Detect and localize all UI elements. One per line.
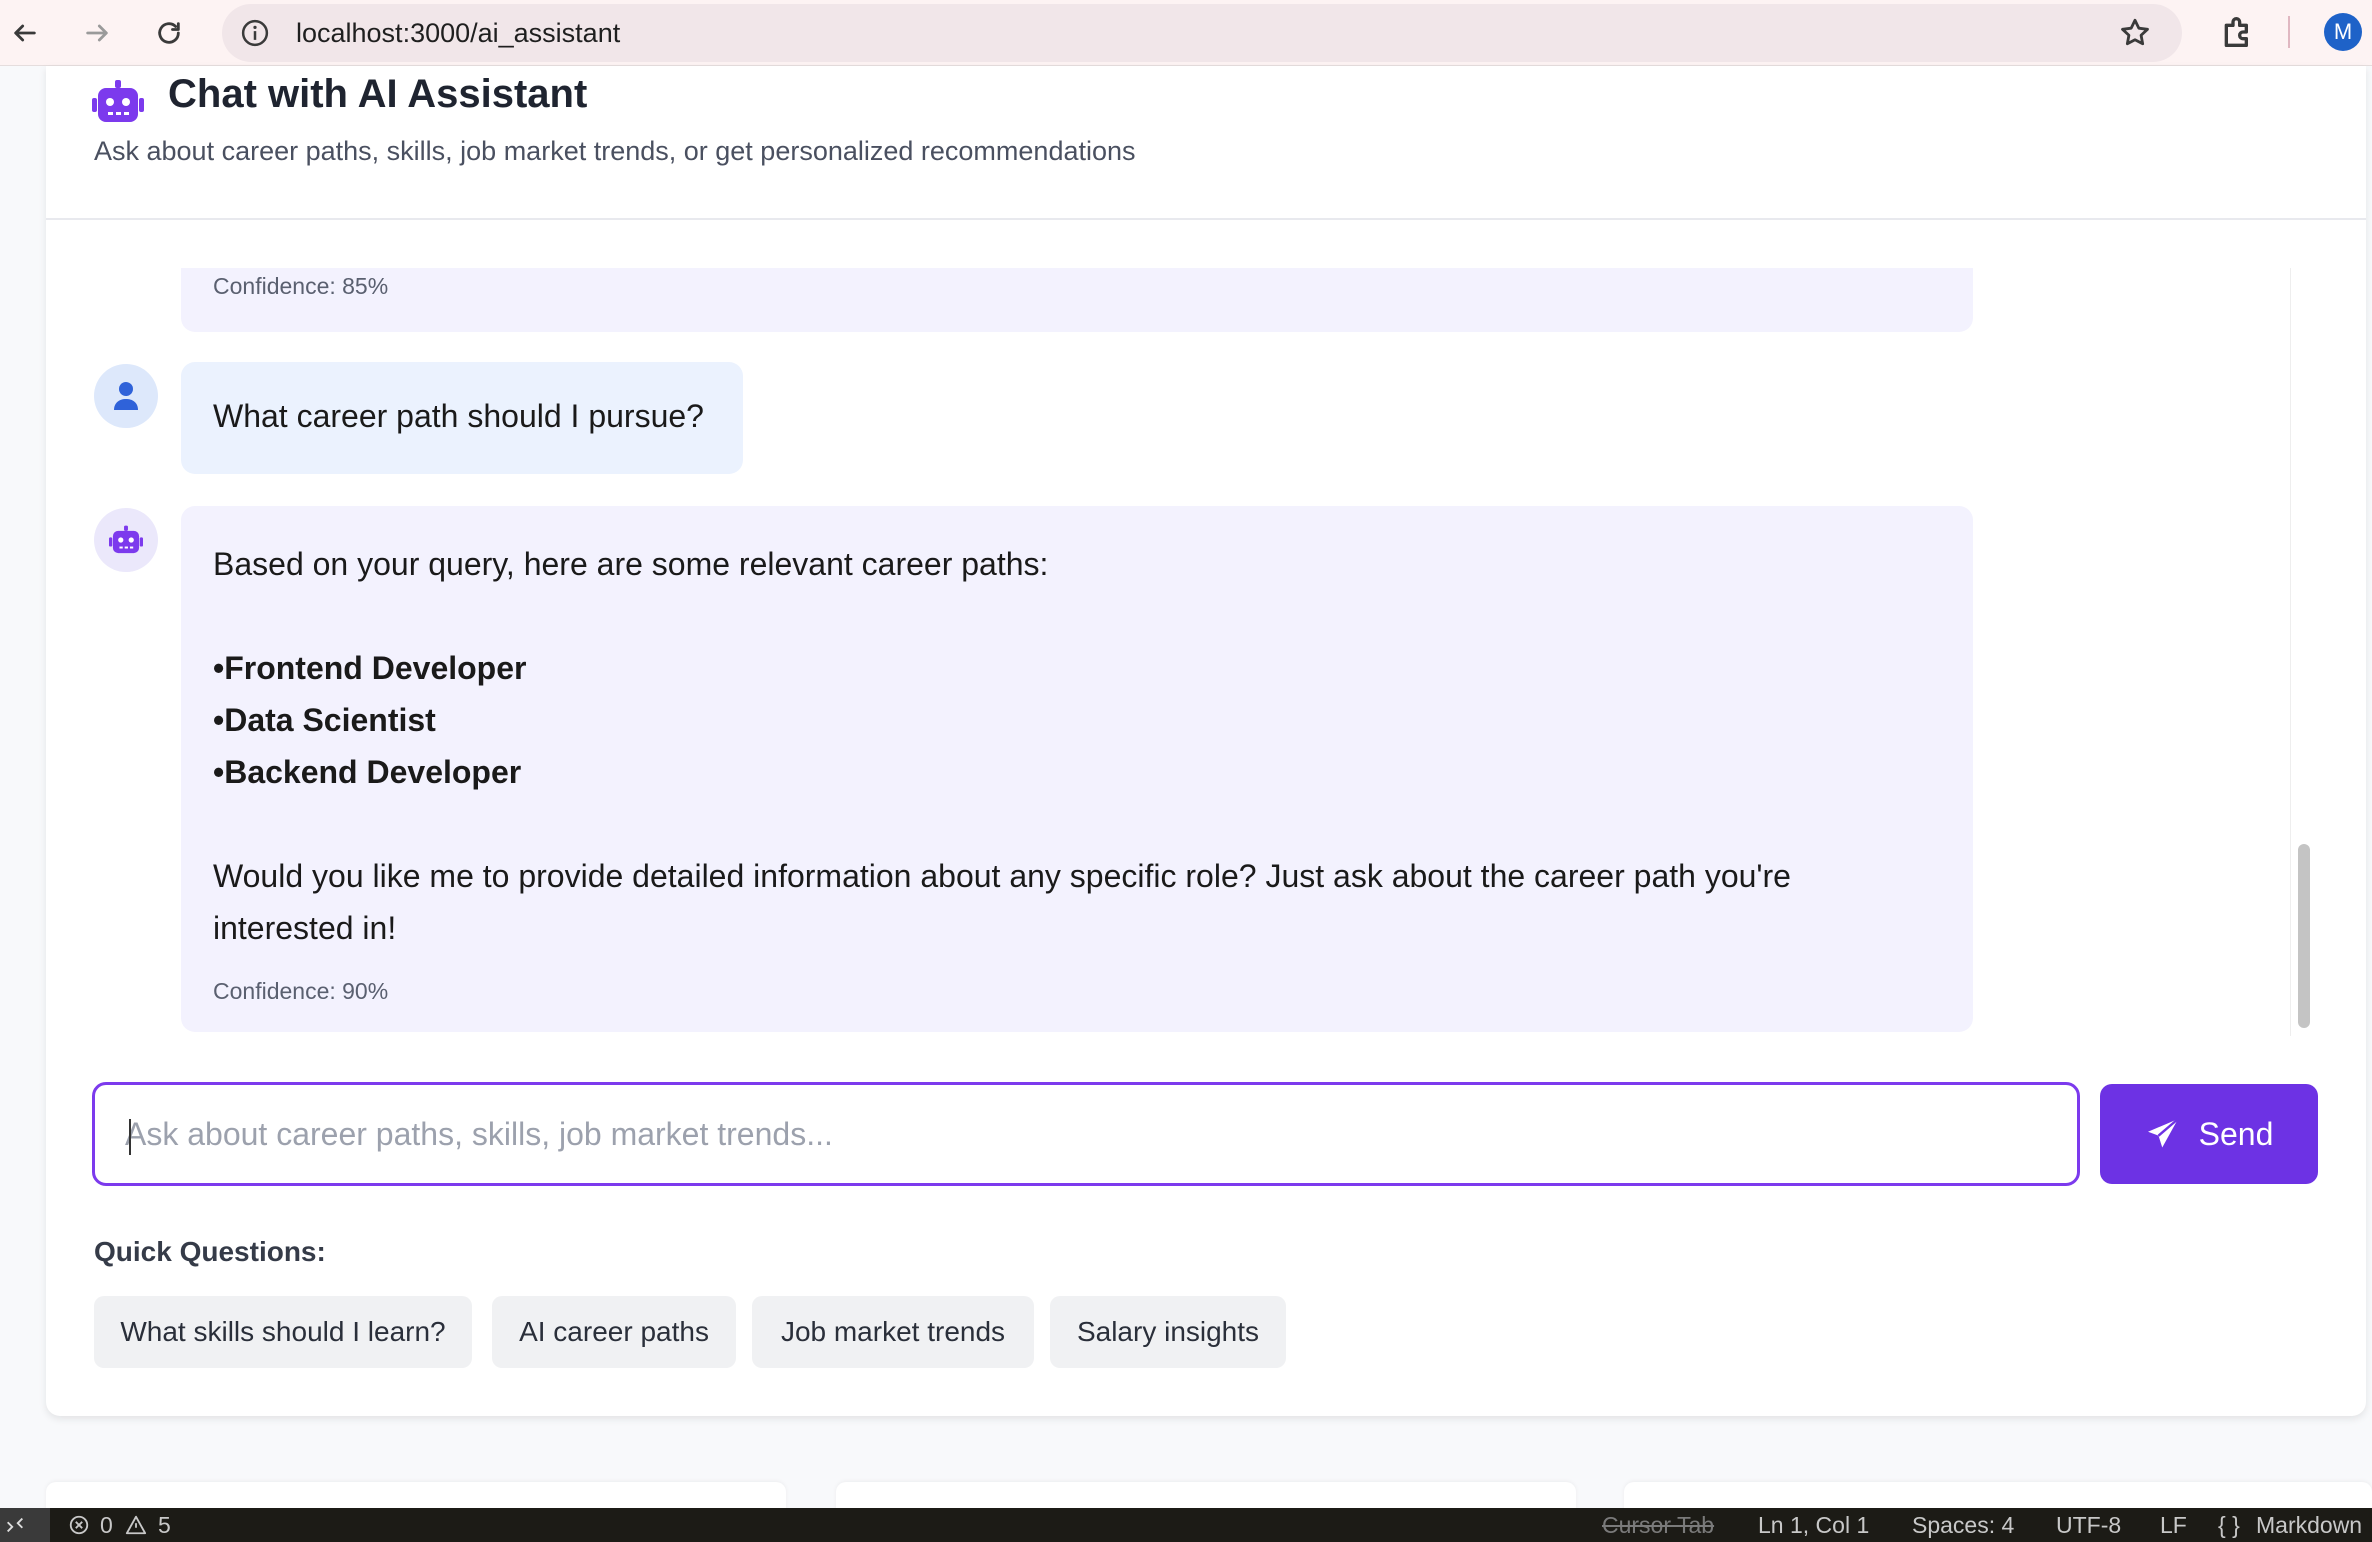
text-caret [129, 1119, 131, 1155]
quick-question-chip[interactable]: Job market trends [752, 1296, 1034, 1368]
profile-avatar[interactable]: M [2324, 13, 2362, 51]
info-icon[interactable] [240, 18, 270, 48]
career-path-label: Data Scientist [224, 702, 436, 738]
ai-message-followup-continued: interested in! [213, 910, 397, 946]
career-path-item: •Backend Developer [213, 754, 521, 791]
ai-message-bubble: Confidence: 85% [181, 268, 1973, 332]
braces-icon: { } [2218, 1512, 2240, 1538]
error-icon[interactable] [68, 1514, 90, 1536]
quick-question-chip[interactable]: What skills should I learn? [94, 1296, 472, 1368]
extensions-icon[interactable] [2218, 12, 2258, 52]
warning-count[interactable]: 5 [158, 1512, 171, 1539]
ai-message-followup: Would you like me to provide detailed in… [213, 858, 1791, 894]
quick-question-chip[interactable]: AI career paths [492, 1296, 736, 1368]
quick-question-chip[interactable]: Salary insights [1050, 1296, 1286, 1368]
warning-icon[interactable] [124, 1514, 148, 1536]
chat-header: Chat with AI Assistant Ask about career … [46, 66, 2366, 220]
career-path-item: •Data Scientist [213, 702, 436, 739]
page-title: Chat with AI Assistant [168, 72, 588, 116]
cursor-tab-status[interactable]: Cursor Tab [1602, 1512, 1714, 1539]
remote-icon [7, 1517, 23, 1533]
editor-status-bar: 0 5 Cursor Tab Ln 1, Col 1 Spaces: 4 UTF… [0, 1508, 2372, 1542]
page-subtitle: Ask about career paths, skills, job mark… [94, 136, 1136, 166]
user-message-text: What career path should I pursue? [213, 398, 704, 434]
forward-button[interactable] [74, 10, 120, 56]
url-text: localhost:3000/ai_assistant [296, 18, 621, 48]
arrow-right-icon [86, 24, 108, 42]
reload-icon [158, 22, 180, 44]
toolbar-divider [2288, 16, 2290, 48]
error-count[interactable]: 0 [100, 1512, 113, 1539]
message-list: Confidence: 85% What career path should … [46, 268, 2306, 1036]
ai-message-bubble: Based on your query, here are some relev… [181, 506, 1973, 1032]
address-bar[interactable]: localhost:3000/ai_assistant [222, 4, 2182, 62]
bookmark-star-icon[interactable] [2118, 16, 2152, 50]
arrow-left-icon [14, 24, 36, 42]
back-button[interactable] [2, 10, 48, 56]
quick-questions-label: Quick Questions: [94, 1236, 326, 1267]
send-button-label: Send [2198, 1115, 2274, 1152]
career-path-item: •Frontend Developer [213, 650, 526, 687]
language-mode[interactable]: Markdown [2256, 1512, 2362, 1539]
user-avatar [94, 364, 158, 428]
user-icon [114, 382, 138, 410]
indentation-status[interactable]: Spaces: 4 [1912, 1512, 2014, 1539]
chat-input[interactable] [125, 1085, 2045, 1183]
career-path-label: Frontend Developer [224, 650, 527, 686]
encoding-status[interactable]: UTF-8 [2056, 1512, 2121, 1539]
confidence-label: Confidence: 85% [213, 273, 389, 299]
remote-indicator[interactable] [0, 1508, 50, 1542]
career-path-label: Backend Developer [224, 754, 522, 790]
chat-input-container [92, 1082, 2080, 1186]
chat-card: Chat with AI Assistant Ask about career … [46, 66, 2366, 1416]
bullet: • [213, 754, 225, 790]
bullet: • [213, 650, 225, 686]
robot-icon [92, 80, 144, 122]
scrollbar-thumb[interactable] [2298, 844, 2310, 1028]
line-ending-status[interactable]: LF [2160, 1512, 2187, 1539]
user-message-bubble: What career path should I pursue? [181, 362, 743, 474]
cursor-position[interactable]: Ln 1, Col 1 [1758, 1512, 1869, 1539]
messages-scrollbar[interactable] [2290, 268, 2316, 1036]
confidence-label: Confidence: 90% [213, 978, 389, 1004]
browser-toolbar: localhost:3000/ai_assistant M [0, 0, 2372, 66]
send-button[interactable]: Send [2100, 1084, 2318, 1184]
robot-icon [109, 525, 143, 554]
send-plane-icon [2147, 1118, 2179, 1148]
ai-message-intro: Based on your query, here are some relev… [213, 546, 1049, 582]
bullet: • [213, 702, 225, 738]
reload-button[interactable] [146, 10, 192, 56]
assistant-avatar [94, 508, 158, 572]
